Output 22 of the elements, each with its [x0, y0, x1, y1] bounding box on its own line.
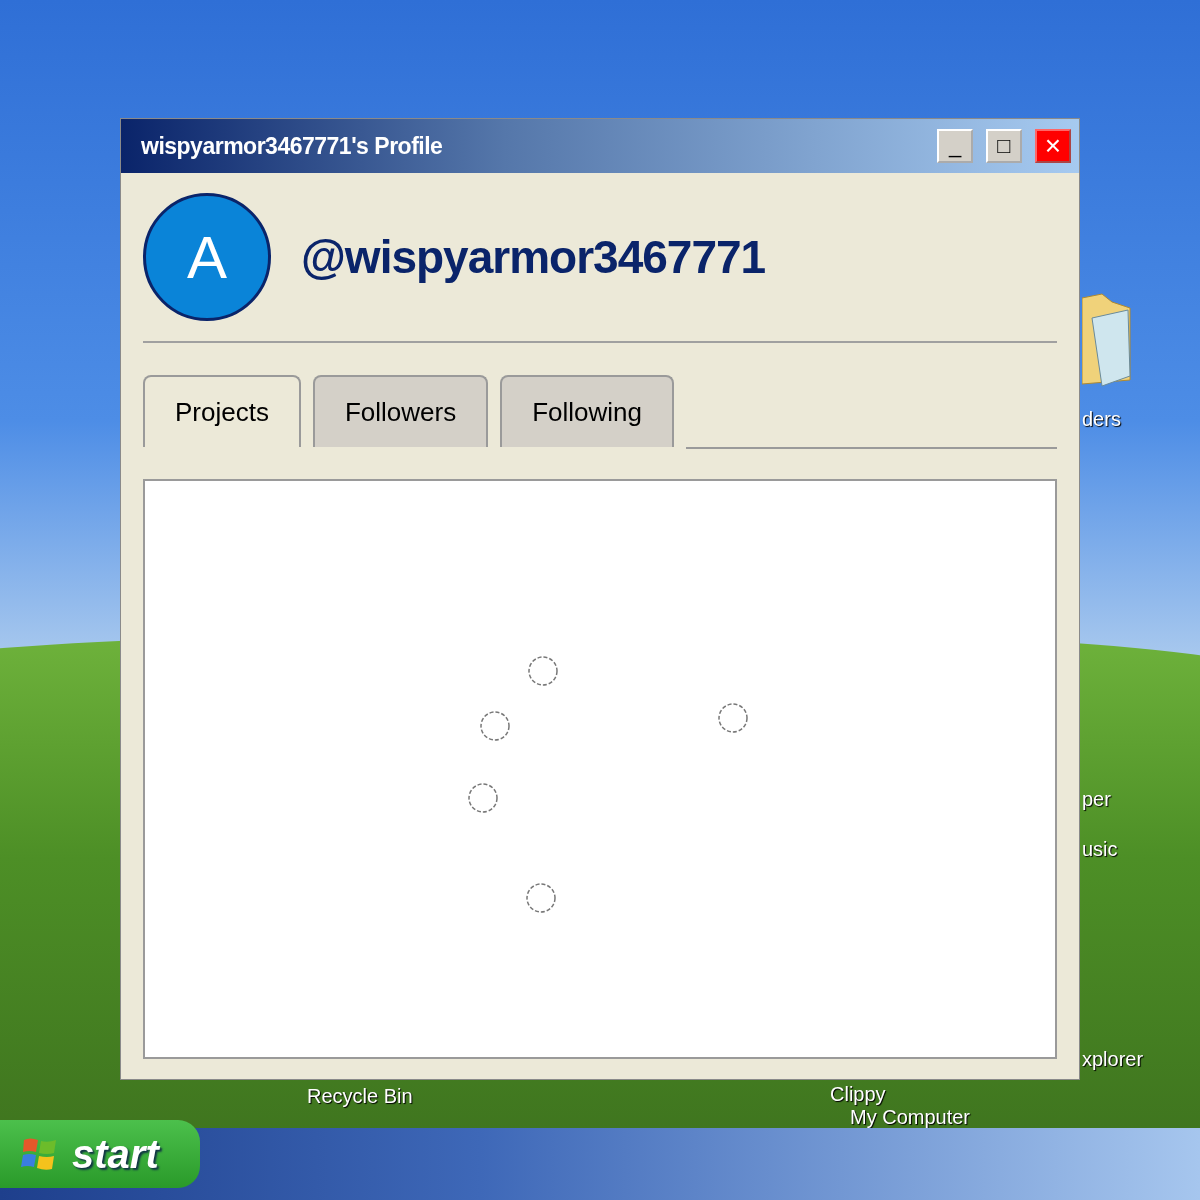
tab[interactable]: Projects	[143, 375, 301, 447]
desktop-icon-label[interactable]: My Computer	[850, 1106, 971, 1128]
loading-spinner-icon	[467, 782, 499, 814]
loading-spinner-icon	[479, 710, 511, 742]
desktop-icon-label[interactable]: Recycle Bin	[307, 1085, 413, 1107]
desktop-icon-label[interactable]: ders	[1082, 408, 1121, 430]
loading-spinner-icon	[525, 882, 557, 914]
loading-spinner-icon	[527, 655, 559, 687]
profile-handle: @wispyarmor3467771	[301, 230, 766, 284]
start-button[interactable]: start	[0, 1120, 200, 1188]
desktop-icon-label[interactable]: usic	[1082, 838, 1118, 860]
desktop-icon-label[interactable]: xplorer	[1082, 1048, 1144, 1070]
tab[interactable]: Followers	[312, 375, 489, 447]
close-button[interactable]: ×	[1035, 129, 1071, 163]
loading-spinner-icon	[717, 702, 749, 734]
window-title: wispyarmor3467771's Profile	[141, 132, 443, 160]
desktop-icon-label[interactable]: per	[1082, 788, 1111, 810]
maximize-button[interactable]: □	[986, 129, 1022, 163]
tab[interactable]: Following	[500, 375, 674, 447]
minimize-button[interactable]: _	[937, 129, 973, 163]
desktop-icon-label[interactable]: Clippy	[830, 1083, 886, 1105]
avatar-circle: A	[143, 193, 271, 321]
